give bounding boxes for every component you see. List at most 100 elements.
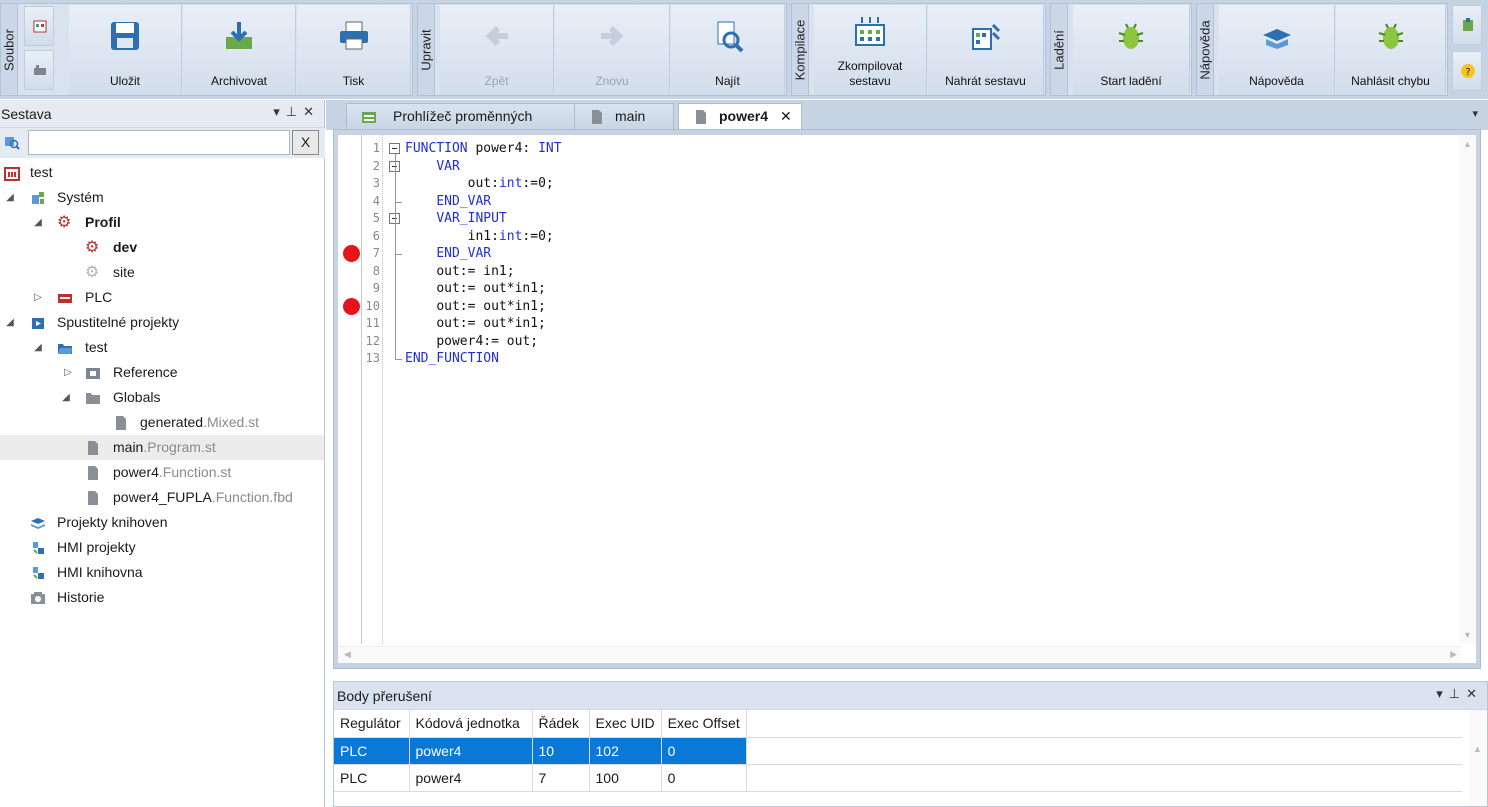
tree-node-hmi-projects[interactable]: HMI projekty — [0, 535, 324, 560]
code-line[interactable]: END_FUNCTION — [405, 350, 499, 368]
code-line[interactable]: out:= in1; — [405, 263, 514, 281]
code-keyword: FUNCTION — [405, 141, 468, 156]
horizontal-scrollbar[interactable]: ◀ ▶ — [338, 646, 1461, 663]
archive-button[interactable]: Archivovat — [183, 5, 296, 95]
collapsed-arrow-icon[interactable]: ▷ — [62, 360, 74, 385]
breakpoints-table: Regulátor Kódová jednotka Řádek Exec UID… — [334, 710, 1463, 792]
tree-node-plc[interactable]: ▷ PLC — [0, 285, 324, 310]
tree-node-profil[interactable]: ◢ ⚙ Profil — [0, 210, 324, 235]
column-header[interactable]: Exec Offset — [661, 710, 747, 738]
code-editor[interactable]: 1 2 3 4 5 6 7 8 9 10 11 12 13 FUNCTION power4: INT V… — [337, 134, 1477, 664]
code-line[interactable]: power4:= out; — [405, 333, 538, 351]
tree-node-site[interactable]: ⚙ site — [0, 260, 324, 285]
floppy-icon — [111, 22, 139, 50]
expanded-arrow-icon[interactable]: ◢ — [60, 385, 72, 410]
code-line[interactable]: END_VAR — [405, 245, 491, 263]
expanded-arrow-icon[interactable]: ◢ — [4, 310, 16, 335]
code-line[interactable]: END_VAR — [405, 193, 491, 211]
code-line[interactable]: in1:int:=0; — [405, 228, 554, 246]
dropdown-icon[interactable]: ▾ — [1436, 686, 1449, 701]
column-header[interactable]: Řádek — [532, 710, 590, 738]
code-line[interactable]: out:= out*in1; — [405, 298, 546, 316]
close-icon[interactable]: ✕ — [1466, 686, 1483, 701]
open-project-button[interactable] — [24, 50, 54, 90]
code-line[interactable]: out:int:=0; — [405, 175, 554, 193]
column-header[interactable]: Regulátor — [334, 710, 410, 738]
line-number: 10 — [365, 298, 380, 313]
find-button[interactable]: Najít — [671, 5, 785, 95]
tab-list-dropdown-icon[interactable]: ▾ — [1472, 107, 1478, 120]
code-line[interactable]: VAR — [405, 158, 459, 176]
new-project-button[interactable] — [24, 6, 54, 46]
breakpoint-marker[interactable] — [343, 297, 360, 315]
code-line[interactable]: out:= out*in1; — [405, 315, 546, 333]
scroll-up-icon[interactable]: ▲ — [1463, 139, 1472, 149]
cell: 7 — [532, 764, 590, 792]
expanded-arrow-icon[interactable]: ◢ — [32, 335, 44, 360]
gear-icon: ⚙ — [85, 239, 100, 256]
scroll-right-icon[interactable]: ▶ — [1450, 649, 1457, 660]
tree-node-test-root[interactable]: test — [0, 160, 324, 185]
tree-node-test-project[interactable]: ◢ test — [0, 335, 324, 360]
configuration-icon — [4, 167, 20, 181]
tree-node-system[interactable]: ◢ Systém — [0, 185, 324, 210]
clear-search-button[interactable]: X — [292, 130, 319, 155]
redo-button[interactable]: Znovu — [555, 5, 670, 95]
bug-icon — [1118, 23, 1144, 49]
column-header[interactable]: Kódová jednotka — [409, 710, 533, 738]
pin-icon[interactable]: ⊥ — [286, 104, 303, 119]
dropdown-icon[interactable]: ▾ — [273, 104, 286, 119]
compile-button[interactable]: Zkompilovat sestavu — [814, 5, 927, 95]
breakpoints-scrollbar[interactable]: ▲ — [1469, 710, 1487, 806]
close-tab-icon[interactable]: ✕ — [780, 104, 792, 129]
breakpoint-marker[interactable] — [343, 245, 360, 262]
collapsed-arrow-icon[interactable]: ▷ — [32, 285, 44, 310]
tree-node-reference[interactable]: ▷ Reference — [0, 360, 324, 385]
scroll-down-icon[interactable]: ▼ — [1463, 630, 1472, 640]
close-icon[interactable]: ✕ — [303, 104, 320, 119]
tab-main[interactable]: main — [574, 103, 674, 130]
upload-button[interactable]: Nahrát sestavu — [928, 5, 1044, 95]
extra-tool-button[interactable] — [1452, 5, 1482, 45]
tree-node-library-projects[interactable]: Projekty knihoven — [0, 510, 324, 535]
save-button[interactable]: Uložit — [69, 5, 182, 95]
table-row[interactable]: PLC power4 10 102 0 — [334, 737, 1463, 765]
tree-node-main-program[interactable]: main.Program.st — [0, 435, 324, 460]
undo-button[interactable]: Zpět — [440, 5, 554, 95]
about-button[interactable]: ? — [1452, 51, 1482, 91]
tree-node-power4-fupla[interactable]: power4_FUPLA.Function.fbd — [0, 485, 324, 510]
expanded-arrow-icon[interactable]: ◢ — [4, 185, 16, 210]
scroll-up-icon[interactable]: ▲ — [1473, 744, 1482, 754]
table-row[interactable]: PLC power4 7 100 0 — [334, 764, 1463, 792]
code-line[interactable]: VAR_INPUT — [405, 210, 506, 228]
tree-node-hmi-library[interactable]: HMI knihovna — [0, 560, 324, 585]
start-debug-button[interactable]: Start ladění — [1073, 5, 1190, 95]
tree-node-dev[interactable]: ⚙ dev — [0, 235, 324, 260]
tab-power4[interactable]: power4 ✕ — [678, 103, 802, 131]
breakpoint-gutter[interactable] — [338, 135, 362, 644]
code-line[interactable]: FUNCTION power4: INT — [405, 140, 562, 158]
tree-node-globals[interactable]: ◢ Globals — [0, 385, 324, 410]
tree-node-history[interactable]: Historie — [0, 585, 324, 610]
cell: power4 — [409, 737, 533, 765]
code-line[interactable]: out:= out*in1; — [405, 280, 546, 298]
tree-search-input[interactable] — [28, 130, 290, 155]
fold-toggle-icon[interactable] — [389, 143, 400, 154]
tree-node-power4-function[interactable]: power4.Function.st — [0, 460, 324, 485]
column-header[interactable]: Exec UID — [589, 710, 662, 738]
ribbon: Soubor Uložit Archivovat Tisk Upravit Zp… — [0, 0, 1488, 99]
vertical-scrollbar[interactable]: ▲ ▼ — [1459, 135, 1476, 644]
help-button[interactable]: Nápověda — [1219, 5, 1335, 95]
code-text: :=0; — [522, 228, 554, 244]
pin-icon[interactable]: ⊥ — [1449, 686, 1466, 701]
scroll-left-icon[interactable]: ◀ — [344, 649, 351, 660]
print-button[interactable]: Tisk — [297, 5, 411, 95]
tree-node-generated-mixed[interactable]: generated.Mixed.st — [0, 410, 324, 435]
report-bug-button[interactable]: Nahlásit chybu — [1336, 5, 1446, 95]
code-text: out:= out*in1; — [436, 298, 546, 314]
tree-node-executable-projects[interactable]: ◢ Spustitelné projekty — [0, 310, 324, 335]
tab-variable-browser[interactable]: Prohlížeč proměnných — [346, 103, 576, 130]
line-number: 11 — [365, 316, 380, 330]
expanded-arrow-icon[interactable]: ◢ — [32, 210, 44, 235]
